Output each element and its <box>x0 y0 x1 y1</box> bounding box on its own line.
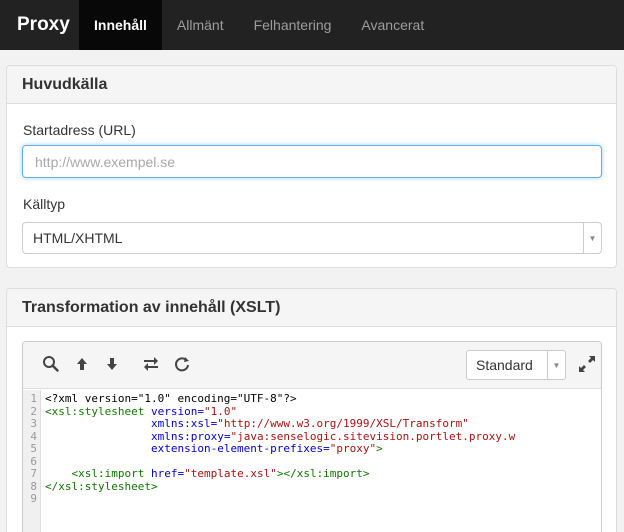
url-input[interactable] <box>22 145 602 178</box>
source-type-select[interactable]: HTML/XHTML ▼ <box>22 222 602 254</box>
brand-title[interactable]: Proxy <box>0 0 79 50</box>
refresh-icon[interactable] <box>173 355 191 373</box>
transformation-panel: Transformation av innehåll (XSLT) Standa… <box>6 288 617 532</box>
tab-allmant[interactable]: Allmänt <box>162 0 239 50</box>
swap-icon[interactable] <box>142 355 160 373</box>
main-source-title: Huvudkälla <box>7 66 616 104</box>
line-number: 5 <box>30 442 37 455</box>
code-content[interactable]: <?xml version="1.0" encoding="UTF-8"?> <x… <box>41 390 601 532</box>
line-number: 1 <box>30 392 37 405</box>
search-icon[interactable] <box>42 355 60 373</box>
tab-innehall[interactable]: Innehåll <box>79 0 162 50</box>
editor-mode-value: Standard <box>476 357 533 373</box>
tab-avancerat[interactable]: Avancerat <box>346 0 439 50</box>
chevron-down-icon: ▼ <box>547 351 565 379</box>
line-number: 7 <box>30 467 37 480</box>
line-number: 9 <box>30 492 37 505</box>
top-navbar: Proxy Innehåll Allmänt Felhantering Avan… <box>0 0 624 50</box>
source-type-value: HTML/XHTML <box>33 230 123 246</box>
code-line-5: extension-element-prefixes="proxy"> <box>150 442 383 455</box>
arrow-down-icon[interactable] <box>103 355 121 373</box>
arrow-up-icon[interactable] <box>73 355 91 373</box>
code-line-9: ​ <box>45 493 601 506</box>
expand-icon[interactable] <box>577 354 597 374</box>
transformation-title: Transformation av innehåll (XSLT) <box>7 289 616 327</box>
url-label: Startadress (URL) <box>23 122 136 138</box>
main-source-panel: Huvudkälla Startadress (URL) Källtyp HTM… <box>6 65 617 268</box>
code-area[interactable]: 1 2 3 4 5 6 7 8 9 <?xml version="1.0" en… <box>23 390 601 532</box>
line-number: 3 <box>30 417 37 430</box>
line-number-gutter: 1 2 3 4 5 6 7 8 9 <box>23 390 41 532</box>
editor-toolbar: Standard ▼ <box>23 342 601 389</box>
code-line-8: </xsl:stylesheet> <box>45 479 158 493</box>
chevron-down-icon: ▼ <box>583 223 601 253</box>
source-type-label: Källtyp <box>23 196 66 212</box>
editor-mode-select[interactable]: Standard ▼ <box>466 350 566 380</box>
tab-felhantering[interactable]: Felhantering <box>239 0 347 50</box>
xslt-editor[interactable]: Standard ▼ 1 2 3 4 5 6 7 8 9 <?xml versi… <box>22 341 602 532</box>
